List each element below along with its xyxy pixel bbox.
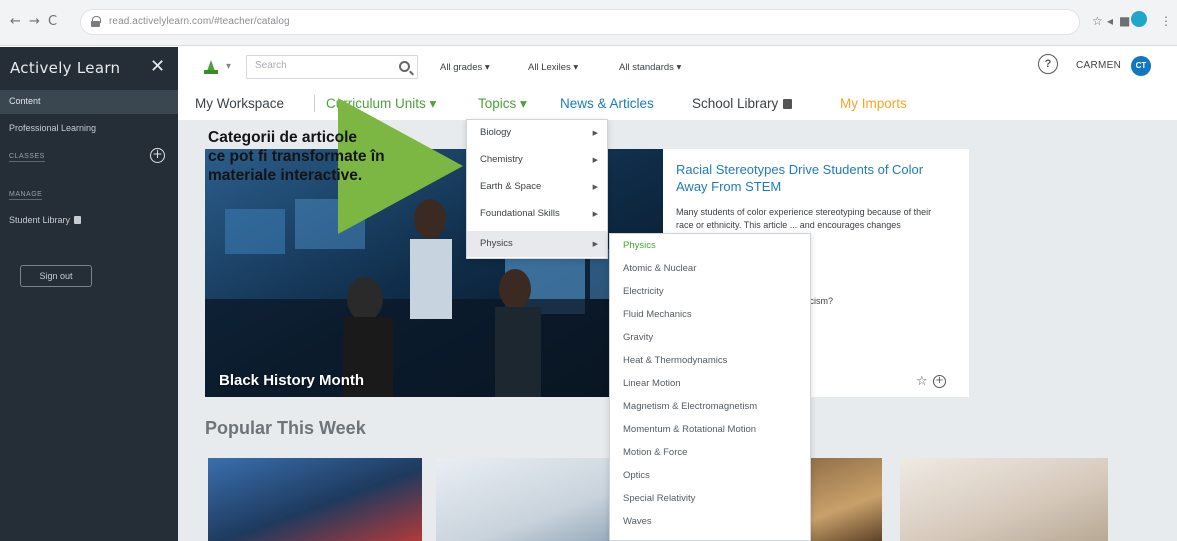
actively-learn-logo-icon[interactable] (202, 58, 220, 76)
grades-filter[interactable]: All grades ▾ (440, 62, 490, 73)
physics-menu-item[interactable]: Momentum & Rotational Motion (610, 418, 810, 441)
favorite-star-icon[interactable]: ☆ (916, 374, 928, 389)
tab-my-imports[interactable]: My Imports (840, 96, 907, 111)
add-class-icon[interactable]: + (150, 148, 165, 163)
classes-section-label: CLASSES (9, 153, 45, 162)
sidebar-item-label: Student Library (9, 215, 71, 225)
add-icon[interactable]: + (933, 375, 946, 388)
profile-avatar[interactable] (1131, 11, 1147, 27)
physics-menu-item[interactable]: Heat & Thermodynamics (610, 349, 810, 372)
close-sidebar-icon[interactable]: ✕ (150, 56, 165, 77)
physics-menu-item[interactable]: Electricity (610, 280, 810, 303)
tab-curriculum-units[interactable]: Curriculum Units ▾ (326, 96, 436, 112)
topic-menu-label: Earth & Space (480, 181, 542, 192)
topic-menu-item[interactable]: Foundational Skills ▶ (467, 201, 607, 227)
menu-icon[interactable]: ⋮ (1160, 14, 1172, 28)
article-title[interactable]: Racial Stereotypes Drive Students of Col… (676, 161, 951, 195)
sidebar: Actively Learn ✕ Content Professional Le… (0, 47, 178, 541)
reload-icon[interactable]: C (48, 14, 57, 29)
physics-menu-item[interactable]: Magnetism & Electromagnetism (610, 395, 810, 418)
user-avatar[interactable]: CT (1131, 56, 1151, 76)
brand-name: Actively Learn (10, 59, 121, 77)
physics-menu-item[interactable]: Atomic & Nuclear (610, 257, 810, 280)
topic-menu-item[interactable]: Earth & Space ▶ (467, 174, 607, 200)
tab-school-library[interactable]: School Library (692, 96, 793, 111)
main-nav: My Workspace Curriculum Units ▾ Topics ▾… (178, 89, 1177, 119)
search-icon[interactable] (399, 61, 410, 72)
physics-menu-item[interactable]: Physics (610, 234, 810, 257)
extension-icon[interactable]: ◂ (1107, 14, 1113, 28)
chevron-down-icon[interactable]: ▾ (226, 61, 231, 72)
lock-icon (91, 16, 101, 27)
sign-out-label: Sign out (39, 271, 73, 281)
topics-dropdown: Biology ▶ Chemistry ▶ Earth & Space ▶ Found… (466, 119, 608, 259)
topic-menu-label: Chemistry (480, 154, 523, 165)
popular-article-thumbnail[interactable] (900, 458, 1108, 541)
physics-menu-item[interactable]: Linear Motion (610, 372, 810, 395)
search-field[interactable] (246, 55, 418, 79)
physics-menu-item[interactable]: Optics (610, 464, 810, 487)
url-text[interactable]: read.activelylearn.com/#teacher/catalog (109, 16, 290, 27)
puzzle-icon[interactable]: ■ (1119, 14, 1130, 28)
user-name[interactable]: CARMEN (1076, 60, 1121, 71)
sidebar-item-label: Content (9, 96, 41, 106)
sidebar-item-content[interactable]: Content (0, 90, 178, 114)
popular-heading: Popular This Week (205, 418, 366, 438)
chevron-right-icon: ▶ (592, 183, 598, 191)
nav-divider (314, 95, 315, 112)
lock-icon (783, 99, 793, 109)
hero-label: Black History Month (219, 372, 365, 389)
tab-topics[interactable]: Topics ▾ (478, 96, 527, 112)
topic-menu-item[interactable]: Physics ▶ (467, 231, 607, 257)
chevron-right-icon: ▶ (592, 156, 598, 164)
chevron-right-icon: ▶ (592, 129, 598, 137)
forward-icon[interactable]: → (29, 14, 40, 29)
standards-filter[interactable]: All standards ▾ (619, 62, 681, 73)
bookmark-star-icon[interactable]: ☆ (1092, 14, 1103, 28)
sign-out-button[interactable]: Sign out (20, 265, 92, 287)
annotation-line: ce pot fi transformate în (208, 148, 385, 165)
tab-label: School Library (692, 96, 779, 111)
topic-menu-label: Physics (480, 238, 513, 249)
tab-my-workspace[interactable]: My Workspace (195, 96, 284, 111)
sidebar-item-student-library[interactable]: Student Library (9, 215, 82, 225)
app-header: ▾ All grades ▾ All Lexiles ▾ All standar… (178, 47, 1177, 120)
physics-submenu: Physics Atomic & Nuclear Electricity Flu… (609, 233, 811, 541)
topic-menu-label: Biology (480, 127, 512, 138)
annotation-line: Categorii de articole (208, 129, 358, 146)
chevron-right-icon: ▶ (592, 240, 598, 248)
help-icon[interactable]: ? (1038, 54, 1058, 74)
physics-menu-item[interactable]: Fluid Mechanics (610, 303, 810, 326)
manage-section-label: MANAGE (9, 191, 43, 200)
topic-menu-item[interactable]: Chemistry ▶ (467, 147, 607, 173)
physics-menu-item[interactable]: Gravity (610, 326, 810, 349)
tab-news-articles[interactable]: News & Articles (560, 96, 654, 111)
topic-menu-item[interactable]: Biology ▶ (467, 120, 607, 146)
back-icon[interactable]: ← (10, 14, 21, 29)
physics-menu-item[interactable]: Motion & Force (610, 441, 810, 464)
article-description: Many students of color experience stereo… (676, 207, 932, 230)
lock-icon (74, 216, 82, 224)
topic-menu-label: Foundational Skills (480, 208, 560, 219)
annotation-text: Categorii de articole ce pot fi transfor… (208, 128, 385, 185)
address-bar[interactable]: read.activelylearn.com/#teacher/catalog (80, 9, 1080, 35)
lexiles-filter[interactable]: All Lexiles ▾ (528, 62, 578, 73)
physics-menu-item[interactable]: Special Relativity (610, 487, 810, 510)
physics-menu-item[interactable]: Waves (610, 510, 810, 533)
sidebar-item-professional-learning[interactable]: Professional Learning (9, 123, 96, 133)
annotation-line: materiale interactive. (208, 167, 363, 184)
popular-article-thumbnail[interactable] (208, 458, 422, 541)
browser-toolbar: ← → C read.activelylearn.com/#teacher/ca… (0, 0, 1177, 46)
search-input[interactable] (255, 60, 385, 71)
chevron-right-icon: ▶ (592, 210, 598, 218)
